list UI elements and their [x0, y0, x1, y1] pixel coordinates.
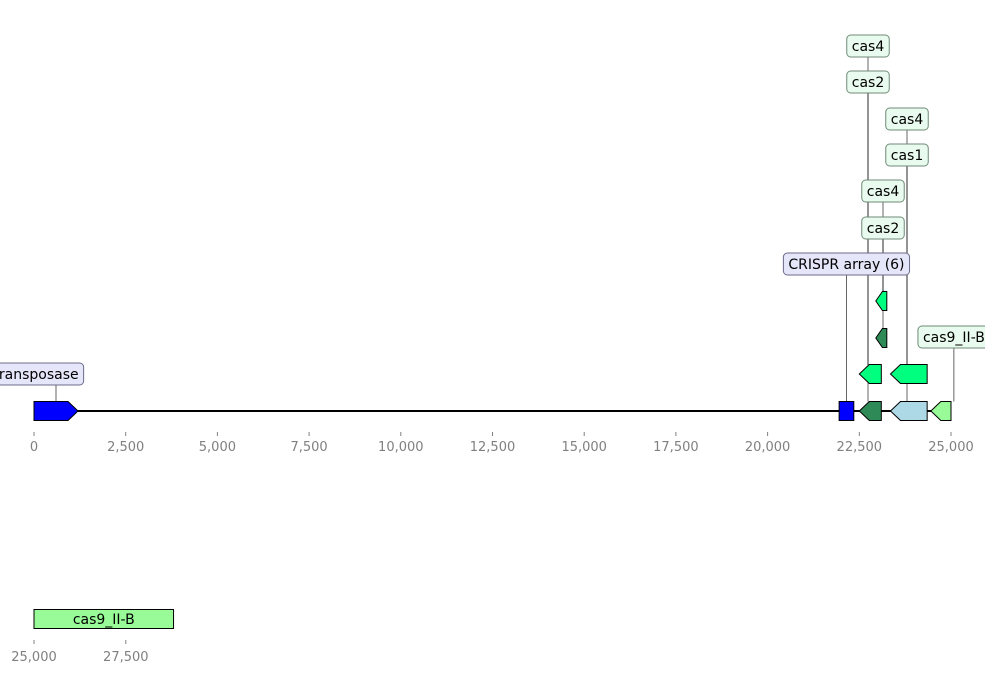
axis-tick-label: 10,000	[378, 440, 424, 455]
gene-feature-cas2	[875, 328, 888, 348]
gene-feature-cas2	[858, 401, 882, 421]
gene-labels: transposase CRISPR array (6) cas2 cas4 cas2 c…	[0, 34, 985, 386]
axis-tick-label: 15,000	[561, 440, 607, 455]
axis-tick-label: 2,500	[107, 440, 144, 455]
gene-feature-crispr-array-6-	[838, 401, 855, 421]
gene-label: cas1	[891, 148, 923, 164]
track-main: 0 2,500 5,000 7,500 10,000 12,500 15,000 17,500…	[0, 34, 985, 455]
gene-map: 0 2,500 5,000 7,500 10,000 12,500 15,000 17,500…	[0, 34, 985, 665]
gene-feature-cas4	[889, 364, 928, 384]
axis-tick-label: 22,500	[837, 440, 883, 455]
axis-tick-label: 12,500	[470, 440, 516, 455]
axis-tick-label: 25,000	[11, 650, 57, 665]
gene-feature-transposase	[33, 401, 79, 421]
gene-label-inline: cas9_II-B	[73, 612, 135, 628]
axis-tick-label: 0	[30, 440, 38, 455]
axis-tick-label: 5,000	[199, 440, 236, 455]
axis-ticks: 0 2,500 5,000 7,500 10,000 12,500 15,000 17,500…	[30, 432, 974, 455]
axis-tick-label: 20,000	[745, 440, 791, 455]
label-leader-lines	[55, 56, 955, 402]
gene-label: CRISPR array (6)	[788, 257, 904, 273]
axis-ticks: 25,000 27,500	[11, 640, 149, 665]
gene-feature-cas4	[875, 291, 888, 311]
gene-label: cas9_II-B	[923, 330, 985, 346]
gene-label: cas2	[852, 75, 884, 91]
axis-tick-label: 17,500	[653, 440, 699, 455]
gene-label: cas4	[891, 112, 924, 128]
gene-feature-cas9-ii-b	[930, 401, 952, 421]
gene-label: cas2	[867, 221, 899, 237]
axis-tick-label: 7,500	[290, 440, 327, 455]
track-continuation: 25,000 27,500 cas9_II-B	[11, 609, 175, 665]
gene-feature-cas4	[858, 364, 882, 384]
axis-tick-label: 25,000	[928, 440, 974, 455]
gene-feature-cas1	[889, 401, 928, 421]
gene-label: cas4	[852, 39, 885, 55]
gene-features	[33, 291, 952, 421]
gene-labels: cas9_II-B	[73, 612, 135, 628]
gene-label: cas4	[867, 184, 900, 200]
gene-label: transposase	[0, 367, 79, 383]
axis-tick-label: 27,500	[103, 650, 149, 665]
